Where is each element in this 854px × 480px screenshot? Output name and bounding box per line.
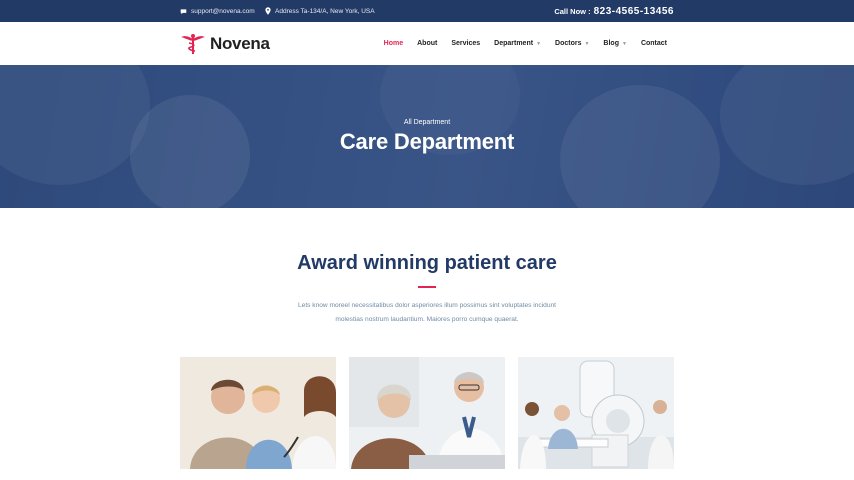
email-text: support@novena.com bbox=[191, 7, 255, 15]
department-image-pediatrics[interactable] bbox=[180, 357, 336, 469]
call-label: Call Now : bbox=[554, 6, 591, 16]
nav-item-department[interactable]: Department ▼ bbox=[494, 40, 541, 47]
chevron-down-icon: ▼ bbox=[536, 40, 542, 47]
hero-subtitle: All Department bbox=[403, 119, 451, 126]
hero-title: Care Department bbox=[339, 129, 515, 154]
family-doctor-illustration bbox=[180, 357, 336, 469]
address-text: Address Ta-134/A, New York, USA bbox=[275, 7, 375, 15]
address-contact: Address Ta-134/A, New York, USA bbox=[265, 0, 375, 22]
location-pin-icon bbox=[265, 7, 271, 15]
nav-item-about[interactable]: About bbox=[417, 40, 437, 47]
chevron-down-icon: ▼ bbox=[621, 40, 627, 47]
hero-banner: All Department Care Department bbox=[0, 65, 854, 208]
main-navbar: Novena Home About Services Department ▼ D… bbox=[0, 22, 854, 65]
nav-item-contact[interactable]: Contact bbox=[641, 40, 667, 47]
nav-item-services[interactable]: Services bbox=[451, 40, 480, 47]
section-divider bbox=[418, 286, 436, 288]
brand-name: Novena bbox=[210, 34, 270, 53]
top-info-bar: support@novena.com Address Ta-134/A, New… bbox=[0, 0, 854, 22]
department-image-consultation[interactable] bbox=[349, 357, 505, 469]
section-text-line: Lets know moreel necessitatibus dolor as… bbox=[297, 302, 556, 309]
phone-number[interactable]: 823-4565-13456 bbox=[594, 6, 674, 17]
call-now[interactable]: Call Now : 823-4565-13456 bbox=[554, 0, 674, 22]
nav-item-blog[interactable]: Blog ▼ bbox=[603, 40, 627, 47]
section-text-line: molestias nostrum laudantium. Maiores po… bbox=[335, 316, 519, 323]
logo[interactable]: Novena bbox=[180, 33, 270, 55]
chevron-down-icon: ▼ bbox=[584, 40, 590, 47]
caduceus-logo-icon bbox=[181, 34, 205, 54]
nav-item-doctors[interactable]: Doctors ▼ bbox=[555, 40, 589, 47]
consultation-illustration bbox=[349, 357, 505, 469]
nav-menu: Home About Services Department ▼ Doctors ▼… bbox=[370, 22, 667, 65]
section-title: Award winning patient care bbox=[297, 252, 557, 274]
radiology-room-illustration bbox=[518, 357, 674, 469]
department-image-radiology[interactable] bbox=[518, 357, 674, 469]
chat-icon bbox=[180, 8, 187, 14]
email-contact[interactable]: support@novena.com bbox=[180, 0, 255, 22]
section-description: Lets know moreel necessitatibus dolor as… bbox=[277, 299, 577, 327]
nav-item-home[interactable]: Home bbox=[384, 40, 403, 47]
